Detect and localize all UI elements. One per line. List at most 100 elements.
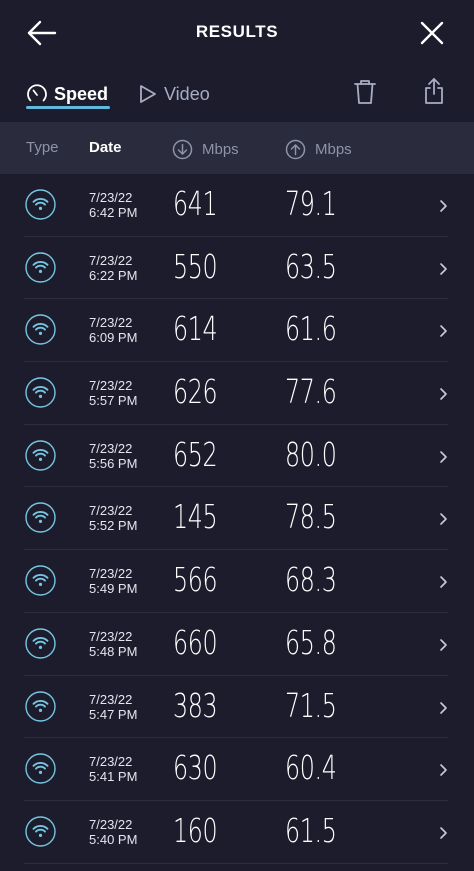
result-date: 7/23/22 bbox=[89, 503, 133, 519]
chevron-right-icon bbox=[440, 388, 447, 400]
upload-speed: 61.5 bbox=[285, 810, 337, 850]
column-download[interactable]: Mbps bbox=[172, 139, 239, 160]
chevron-right-icon bbox=[440, 576, 447, 588]
column-type[interactable]: Type bbox=[26, 139, 59, 156]
result-row[interactable]: 7/23/22 5:48 PM 660 65.8 bbox=[0, 613, 474, 676]
result-datetime: 7/23/22 5:47 PM bbox=[89, 692, 137, 722]
column-date-label: Date bbox=[89, 139, 122, 156]
result-date: 7/23/22 bbox=[89, 252, 133, 268]
result-date: 7/23/22 bbox=[89, 566, 133, 582]
result-row[interactable]: 7/23/22 5:57 PM 626 77.6 bbox=[0, 362, 474, 425]
play-icon bbox=[140, 85, 156, 103]
upload-speed: 71.5 bbox=[285, 685, 337, 725]
share-button[interactable] bbox=[422, 76, 446, 106]
wifi-icon bbox=[25, 816, 56, 847]
wifi-icon bbox=[25, 251, 56, 283]
result-row[interactable]: 7/23/22 5:56 PM 652 80.0 bbox=[0, 425, 474, 488]
tab-video-label: Video bbox=[164, 83, 210, 104]
download-speed: 641 bbox=[173, 184, 218, 223]
upload-speed: 65.8 bbox=[285, 622, 337, 662]
result-date: 7/23/22 bbox=[89, 754, 133, 770]
result-row[interactable]: 7/23/22 5:40 PM 160 61.5 bbox=[0, 801, 474, 864]
result-datetime: 7/23/22 5:48 PM bbox=[89, 629, 137, 659]
result-date: 7/23/22 bbox=[89, 691, 133, 707]
download-speed: 652 bbox=[173, 434, 218, 474]
tab-speed-label: Speed bbox=[54, 83, 109, 104]
chevron-right-icon bbox=[440, 450, 447, 463]
column-upload-label: Mbps bbox=[315, 141, 352, 158]
download-arrow-icon bbox=[172, 139, 193, 160]
close-button[interactable] bbox=[418, 19, 446, 47]
upload-speed: 77.6 bbox=[285, 372, 337, 412]
result-row[interactable]: 7/23/22 5:41 PM 630 60.4 bbox=[0, 738, 474, 801]
wifi-icon bbox=[25, 189, 56, 220]
result-datetime: 7/23/22 6:22 PM bbox=[89, 253, 137, 283]
result-datetime: 7/23/22 6:09 PM bbox=[89, 315, 137, 345]
result-time: 5:56 PM bbox=[89, 455, 138, 471]
wifi-icon bbox=[25, 565, 56, 596]
result-datetime: 7/23/22 5:40 PM bbox=[89, 817, 137, 847]
result-time: 5:41 PM bbox=[89, 769, 138, 785]
tab-video[interactable]: Video bbox=[136, 78, 210, 110]
wifi-icon bbox=[25, 690, 56, 722]
download-speed: 566 bbox=[173, 560, 218, 600]
result-row[interactable]: 7/23/22 6:22 PM 550 63.5 bbox=[0, 237, 474, 300]
wifi-icon bbox=[25, 502, 56, 534]
wifi-icon bbox=[25, 377, 56, 408]
result-datetime: 7/23/22 5:57 PM bbox=[89, 378, 137, 408]
column-download-label: Mbps bbox=[202, 141, 239, 158]
wifi-icon bbox=[25, 753, 56, 784]
chevron-right-icon bbox=[440, 827, 447, 839]
download-speed: 630 bbox=[173, 748, 218, 788]
download-speed: 660 bbox=[173, 622, 218, 662]
column-upload[interactable]: Mbps bbox=[285, 139, 352, 160]
upload-speed: 68.3 bbox=[285, 560, 337, 600]
download-speed: 383 bbox=[173, 685, 218, 725]
result-time: 5:47 PM bbox=[89, 706, 138, 722]
result-datetime: 7/23/22 6:42 PM bbox=[89, 190, 137, 220]
result-row[interactable]: 7/23/22 5:52 PM 145 78.5 bbox=[0, 487, 474, 550]
chevron-right-icon bbox=[440, 701, 447, 714]
wifi-icon bbox=[25, 440, 56, 471]
result-row[interactable]: 7/23/22 6:42 PM 641 79.1 bbox=[0, 174, 474, 237]
share-icon bbox=[425, 78, 443, 104]
upload-arrow-icon bbox=[285, 139, 306, 160]
result-date: 7/23/22 bbox=[89, 628, 133, 644]
result-row[interactable]: 7/23/22 6:09 PM 614 61.6 bbox=[0, 299, 474, 362]
delete-button[interactable] bbox=[352, 78, 378, 106]
result-datetime: 7/23/22 5:41 PM bbox=[89, 754, 137, 784]
result-time: 5:49 PM bbox=[89, 581, 138, 597]
chevron-right-icon bbox=[440, 325, 447, 338]
result-time: 5:52 PM bbox=[89, 518, 138, 534]
result-date: 7/23/22 bbox=[89, 190, 133, 205]
result-date: 7/23/22 bbox=[89, 378, 133, 394]
results-list: 7/23/22 6:42 PM 641 79.1 7/23/22 6:22 PM… bbox=[0, 174, 474, 864]
result-time: 6:09 PM bbox=[89, 330, 138, 346]
result-date: 7/23/22 bbox=[89, 315, 133, 331]
result-datetime: 7/23/22 5:49 PM bbox=[89, 566, 137, 596]
upload-speed: 80.0 bbox=[285, 434, 337, 474]
chevron-right-icon bbox=[440, 639, 447, 651]
page-title: RESULTS bbox=[195, 22, 279, 41]
column-date[interactable]: Date bbox=[89, 139, 122, 156]
download-speed: 550 bbox=[173, 246, 218, 286]
column-type-label: Type bbox=[26, 139, 59, 156]
result-row[interactable]: 7/23/22 5:47 PM 383 71.5 bbox=[0, 676, 474, 739]
result-date: 7/23/22 bbox=[89, 816, 133, 832]
download-speed: 626 bbox=[173, 372, 218, 412]
result-date: 7/23/22 bbox=[89, 440, 133, 456]
top-bar: RESULTS bbox=[0, 0, 474, 66]
result-time: 6:22 PM bbox=[89, 267, 138, 283]
result-time: 6:42 PM bbox=[89, 205, 138, 220]
upload-speed: 63.5 bbox=[285, 246, 337, 286]
gauge-icon bbox=[27, 84, 47, 102]
wifi-icon bbox=[25, 314, 56, 346]
upload-speed: 79.1 bbox=[285, 184, 337, 223]
result-time: 5:40 PM bbox=[89, 831, 138, 847]
result-row[interactable]: 7/23/22 5:49 PM 566 68.3 bbox=[0, 550, 474, 613]
result-time: 5:48 PM bbox=[89, 643, 138, 659]
column-header-row: Type Date Mbps Mbps bbox=[0, 122, 474, 174]
close-icon bbox=[420, 21, 444, 45]
chevron-right-icon bbox=[440, 262, 447, 275]
result-datetime: 7/23/22 5:56 PM bbox=[89, 441, 137, 471]
